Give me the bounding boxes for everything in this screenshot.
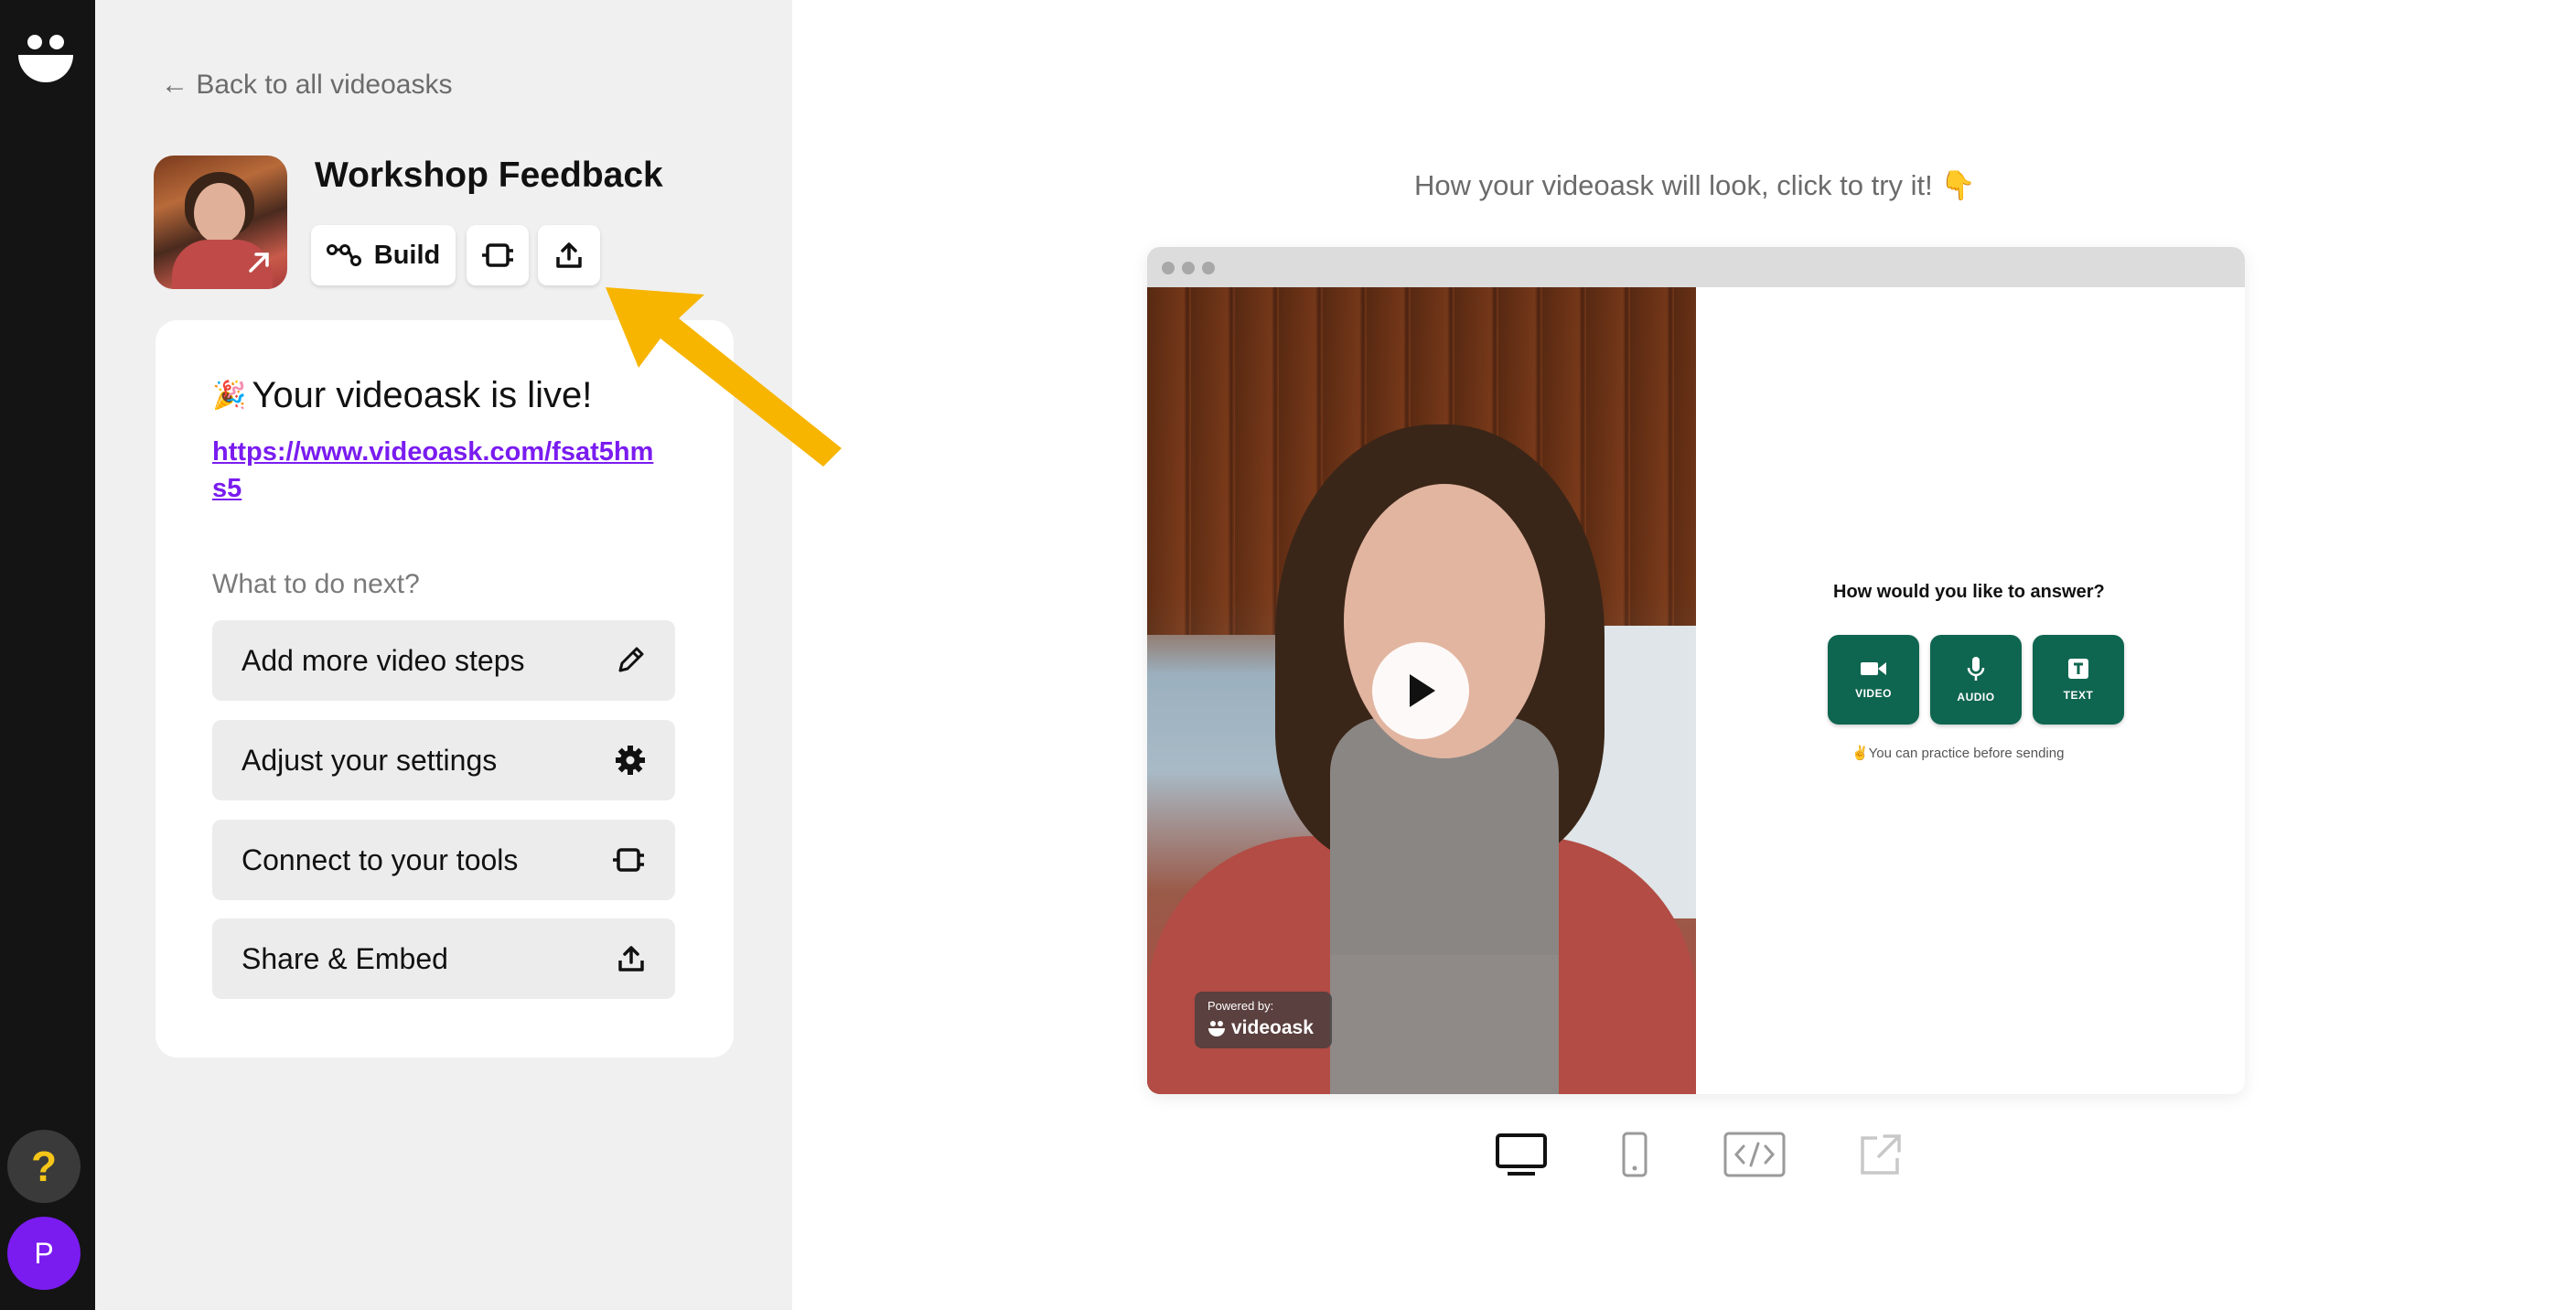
- embed-view-toggle[interactable]: [1723, 1129, 1786, 1180]
- add-video-steps-button[interactable]: Add more video steps: [212, 620, 675, 701]
- action-label: Adjust your settings: [242, 743, 498, 777]
- party-popper-icon: 🎉: [212, 381, 247, 411]
- play-button[interactable]: [1372, 642, 1469, 739]
- answer-video-button[interactable]: VIDEO: [1828, 635, 1919, 725]
- desktop-icon: [1496, 1133, 1547, 1176]
- share-embed-button[interactable]: Share & Embed: [212, 918, 675, 999]
- flow-icon: [326, 244, 361, 266]
- next-steps-heading: What to do next?: [212, 569, 420, 599]
- videoask-logo-icon: [1208, 1021, 1225, 1036]
- preview-browser-frame[interactable]: Powered by: videoask How would you like …: [1147, 247, 2245, 1094]
- videoask-title: Workshop Feedback: [315, 156, 663, 195]
- live-heading: 🎉 Your videoask is live!: [212, 375, 592, 416]
- text-icon: [2068, 659, 2088, 679]
- preview-hint: How your videoask will look, click to tr…: [1414, 169, 1976, 201]
- pencil-icon: [618, 647, 644, 672]
- desktop-view-toggle[interactable]: [1495, 1129, 1548, 1180]
- mobile-icon: [1622, 1132, 1648, 1177]
- share-icon: [618, 946, 644, 972]
- connect-icon: [613, 848, 644, 872]
- gear-icon: [616, 746, 645, 775]
- videoask-link[interactable]: https://www.videoask.com/fsat5hms5: [212, 434, 660, 507]
- powered-by-label: Powered by:: [1208, 999, 1274, 1013]
- open-external-toggle[interactable]: [1859, 1129, 1903, 1180]
- videoask-logo-icon[interactable]: [16, 29, 75, 84]
- back-to-all-link[interactable]: ← Back to all videoasks: [161, 70, 452, 101]
- play-icon: [1410, 674, 1435, 707]
- action-label: Share & Embed: [242, 941, 448, 975]
- connect-icon: [482, 243, 513, 267]
- live-heading-text: Your videoask is live!: [252, 375, 593, 415]
- share-icon: [556, 242, 582, 268]
- expand-arrow-icon: [249, 252, 269, 273]
- action-label: Add more video steps: [242, 643, 525, 677]
- left-rail: ? P: [0, 0, 95, 1310]
- window-dot-icon: [1202, 262, 1215, 274]
- microphone-icon: [1967, 657, 1985, 681]
- answer-question: How would you like to answer?: [1833, 582, 2105, 602]
- help-button[interactable]: ?: [7, 1130, 80, 1203]
- share-button[interactable]: [538, 225, 600, 285]
- connect-tools-button[interactable]: Connect to your tools: [212, 820, 675, 900]
- embed-code-icon: [1723, 1132, 1786, 1177]
- build-label: Build: [373, 240, 441, 270]
- external-link-icon: [1861, 1134, 1901, 1175]
- window-dot-icon: [1182, 262, 1195, 274]
- videoask-thumbnail[interactable]: [154, 156, 287, 289]
- brand-label: videoask: [1231, 1017, 1314, 1038]
- video-camera-icon: [1861, 662, 1886, 675]
- action-label: Connect to your tools: [242, 843, 519, 876]
- practice-note: ✌️You can practice before sending: [1852, 746, 2065, 761]
- annotation-arrow-icon: [606, 287, 842, 467]
- user-avatar[interactable]: P: [7, 1217, 80, 1290]
- connect-button[interactable]: [467, 225, 529, 285]
- adjust-settings-button[interactable]: Adjust your settings: [212, 720, 675, 800]
- video-preview[interactable]: Powered by: videoask: [1147, 287, 1696, 1094]
- answer-text-button[interactable]: TEXT: [2033, 635, 2124, 725]
- powered-by-badge[interactable]: Powered by: videoask: [1195, 992, 1332, 1048]
- build-button[interactable]: Build: [311, 225, 456, 285]
- answer-audio-button[interactable]: AUDIO: [1930, 635, 2022, 725]
- mobile-view-toggle[interactable]: [1621, 1129, 1648, 1180]
- browser-titlebar: [1147, 247, 2245, 287]
- window-dot-icon: [1162, 262, 1175, 274]
